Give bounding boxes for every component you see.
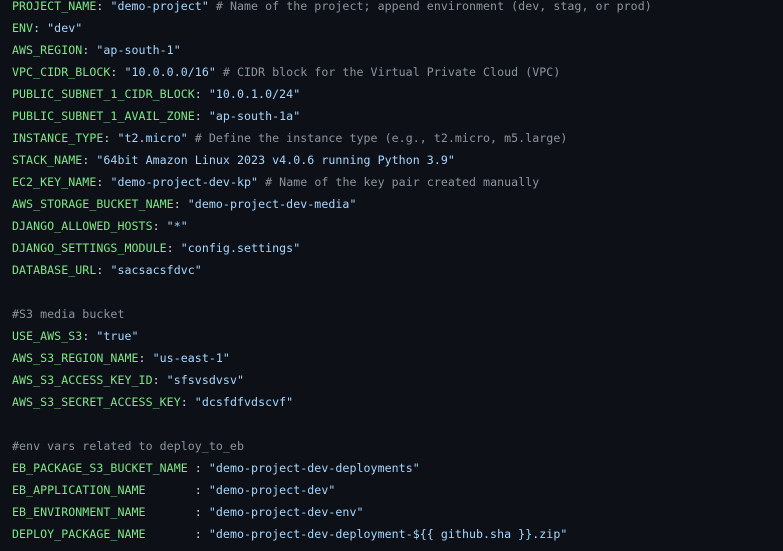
config-line: EB_APPLICATION_NAME : "demo-project-dev" <box>12 482 783 504</box>
config-line: DJANGO_ALLOWED_HOSTS: "*" <box>12 218 783 240</box>
config-value: "dcsfdfvdscvf" <box>194 395 294 409</box>
config-line: DJANGO_SETTINGS_MODULE: "config.settings… <box>12 240 783 262</box>
key-value-separator: : <box>96 0 111 13</box>
config-key: STACK_NAME <box>12 153 83 167</box>
config-line: AWS_S3_REGION_NAME: "us-east-1" <box>12 350 783 372</box>
config-line: PUBLIC_SUBNET_1_AVAIL_ZONE: "ap-south-1a… <box>12 108 783 130</box>
config-value: "ap-south-1a" <box>208 109 301 123</box>
key-value-separator: : <box>145 483 209 497</box>
comment-line: #S3 media bucket <box>12 306 783 328</box>
key-value-separator: : <box>152 373 167 387</box>
key-value-separator: : <box>110 65 125 79</box>
config-key: USE_AWS_S3 <box>12 329 83 343</box>
key-value-separator: : <box>194 87 209 101</box>
config-line: AWS_S3_ACCESS_KEY_ID: "sfsvsdvsv" <box>12 372 783 394</box>
config-line: PROJECT_NAME: "demo-project" # Name of t… <box>12 0 783 20</box>
key-value-separator: : <box>180 395 195 409</box>
config-value: "demo-project-dev-deployment-${{ github.… <box>208 527 568 541</box>
config-key: PROJECT_NAME <box>12 0 97 13</box>
key-value-separator: : <box>103 131 118 145</box>
config-line: AWS_REGION: "ap-south-1" <box>12 42 783 64</box>
config-value: "dev" <box>47 21 83 35</box>
config-value: "demo-project-dev-kp" <box>110 175 259 189</box>
config-value: "demo-project-dev-deployments" <box>208 461 420 475</box>
key-value-separator: : <box>187 461 209 475</box>
config-value: "sfsvsdvsv" <box>166 373 245 387</box>
key-value-separator: : <box>145 527 209 541</box>
config-key: EB_ENVIRONMENT_NAME <box>12 505 146 519</box>
config-key: INSTANCE_TYPE <box>12 131 104 145</box>
inline-comment: # Name of the key pair created manually <box>258 175 540 189</box>
config-key: DJANGO_ALLOWED_HOSTS <box>12 219 153 233</box>
config-key: AWS_S3_ACCESS_KEY_ID <box>12 373 153 387</box>
key-value-separator: : <box>96 263 111 277</box>
config-key: AWS_STORAGE_BUCKET_NAME <box>12 197 174 211</box>
config-key: DJANGO_SETTINGS_MODULE <box>12 241 167 255</box>
config-key: AWS_S3_REGION_NAME <box>12 351 139 365</box>
config-value: "10.0.1.0/24" <box>208 87 301 101</box>
config-value: "*" <box>166 219 188 233</box>
yaml-code-view[interactable]: PROJECT_NAME: "demo-project" # Name of t… <box>0 0 783 551</box>
inline-comment: # CIDR block for the Virtual Private Clo… <box>215 65 561 79</box>
inline-comment: # Name of the project; append environmen… <box>208 0 652 13</box>
key-value-separator: : <box>166 241 181 255</box>
inline-comment: # Define the instance type (e.g., t2.mic… <box>187 131 568 145</box>
config-value: "demo-project" <box>110 0 209 13</box>
config-value: "10.0.0.0/16" <box>124 65 216 79</box>
config-key: DEPLOY_PACKAGE_NAME <box>12 527 146 541</box>
key-value-separator: : <box>33 21 48 35</box>
config-key: PUBLIC_SUBNET_1_AVAIL_ZONE <box>12 109 195 123</box>
config-line: EB_PACKAGE_S3_BUCKET_NAME : "demo-projec… <box>12 460 783 482</box>
config-key: AWS_REGION <box>12 43 83 57</box>
config-key: PUBLIC_SUBNET_1_CIDR_BLOCK <box>12 87 195 101</box>
config-line: PUBLIC_SUBNET_1_CIDR_BLOCK: "10.0.1.0/24… <box>12 86 783 108</box>
config-line: VPC_CIDR_BLOCK: "10.0.0.0/16" # CIDR blo… <box>12 64 783 86</box>
key-value-separator: : <box>173 197 188 211</box>
key-value-separator: : <box>82 153 97 167</box>
config-key: ENV <box>12 21 34 35</box>
config-value: "demo-project-dev-env" <box>208 505 364 519</box>
config-line: DEPLOY_PACKAGE_NAME : "demo-project-dev-… <box>12 526 783 548</box>
config-key: DATABASE_URL <box>12 263 97 277</box>
key-value-separator: : <box>96 175 111 189</box>
config-line: DATABASE_URL: "sacsacsfdvc" <box>12 262 783 284</box>
key-value-separator: : <box>194 109 209 123</box>
comment-text: #env vars related to deploy_to_eb <box>12 439 244 453</box>
key-value-separator: : <box>152 219 167 233</box>
config-line: ENV: "dev" <box>12 20 783 42</box>
key-value-separator: : <box>82 43 97 57</box>
config-key: EB_PACKAGE_S3_BUCKET_NAME <box>12 461 188 475</box>
config-value: "demo-project-dev" <box>208 483 336 497</box>
config-value: "ap-south-1" <box>96 43 181 57</box>
config-value: "t2.micro" <box>117 131 188 145</box>
config-value: "us-east-1" <box>152 351 230 365</box>
config-line: STACK_NAME: "64bit Amazon Linux 2023 v4.… <box>12 152 783 174</box>
config-key: AWS_S3_SECRET_ACCESS_KEY <box>12 395 181 409</box>
config-line: AWS_S3_SECRET_ACCESS_KEY: "dcsfdfvdscvf" <box>12 394 783 416</box>
config-line: AWS_STORAGE_BUCKET_NAME: "demo-project-d… <box>12 196 783 218</box>
config-value: "demo-project-dev-media" <box>187 197 357 211</box>
config-key: EC2_KEY_NAME <box>12 175 97 189</box>
key-value-separator: : <box>145 505 209 519</box>
config-value: "config.settings" <box>180 241 301 255</box>
config-line: USE_AWS_S3: "true" <box>12 328 783 350</box>
config-key: VPC_CIDR_BLOCK <box>12 65 111 79</box>
key-value-separator: : <box>82 329 97 343</box>
config-line: EC2_KEY_NAME: "demo-project-dev-kp" # Na… <box>12 174 783 196</box>
key-value-separator: : <box>138 351 153 365</box>
config-line: INSTANCE_TYPE: "t2.micro" # Define the i… <box>12 130 783 152</box>
comment-line: #env vars related to deploy_to_eb <box>12 438 783 460</box>
config-key: EB_APPLICATION_NAME <box>12 483 146 497</box>
config-line: EB_ENVIRONMENT_NAME : "demo-project-dev-… <box>12 504 783 526</box>
config-value: "sacsacsfdvc" <box>110 263 202 277</box>
comment-text: #S3 media bucket <box>12 307 125 321</box>
config-value: "64bit Amazon Linux 2023 v4.0.6 running … <box>96 153 455 167</box>
config-value: "true" <box>96 329 139 343</box>
